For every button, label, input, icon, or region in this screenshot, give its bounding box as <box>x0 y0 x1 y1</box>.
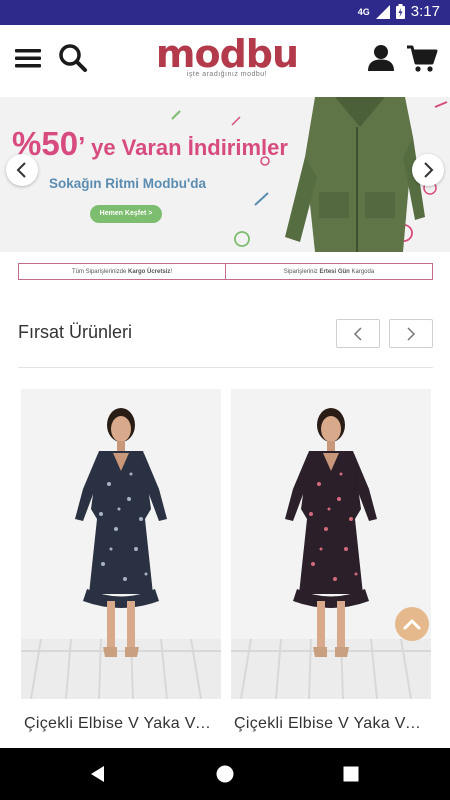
brand-logo[interactable]: modbu işte aradığınız modbu! <box>138 35 316 85</box>
product-photo <box>231 408 431 699</box>
search-icon[interactable] <box>56 41 90 75</box>
signal-icon <box>375 4 390 19</box>
menu-icon[interactable] <box>12 41 46 75</box>
product-image[interactable] <box>21 389 221 699</box>
free-shipping-notice: Tüm Siparişlerinizde Kargo Ücretsiz ! <box>19 264 226 279</box>
banner-model-photo <box>285 97 425 252</box>
next-day-shipping-notice: Siparişleriniz Ertesi Gün Kargoda <box>226 264 432 279</box>
carousel-prev-button[interactable] <box>336 319 380 348</box>
free-shipping-bold: Kargo Ücretsiz <box>128 268 171 275</box>
next-day-suffix: Kargoda <box>351 268 375 275</box>
chevron-right-icon <box>424 162 434 178</box>
recents-icon[interactable] <box>339 762 363 786</box>
user-icon[interactable] <box>364 41 398 75</box>
product-name[interactable]: Çiçekli Elbise V Yaka Volanlı <box>24 715 220 733</box>
chevron-right-icon <box>407 326 416 341</box>
home-icon[interactable] <box>213 762 237 786</box>
status-bar: 4G 3:17 <box>0 0 450 25</box>
cart-icon[interactable] <box>405 41 439 75</box>
scroll-to-top-button[interactable] <box>395 607 429 641</box>
battery-icon <box>395 4 405 19</box>
logo-wordmark: modbu <box>155 32 299 76</box>
carousel-next-button[interactable] <box>389 319 433 348</box>
product-name[interactable]: Çiçekli Elbise V Yaka Volanlı <box>234 715 430 733</box>
section-divider <box>18 367 433 368</box>
section-title: Fırsat Ürünleri <box>18 322 133 342</box>
product-card[interactable]: Çiçekli Elbise V Yaka Volanlı <box>21 389 221 741</box>
chevron-left-icon <box>353 326 362 341</box>
status-icons: 4G 3:17 <box>358 3 440 20</box>
next-day-bold: Ertesi Gün <box>319 268 350 275</box>
banner-headline-text: ye Varan İndirimler <box>91 135 288 160</box>
banner-cta-button[interactable]: Hemen Keşfet > <box>90 205 162 223</box>
banner-subheadline: Sokağın Ritmi Modbu'da <box>49 176 206 191</box>
network-label: 4G <box>357 6 370 17</box>
promo-banner[interactable]: %50’ ye Varan İndirimler Sokağın Ritmi M… <box>0 97 450 252</box>
system-navigation-bar <box>0 748 450 800</box>
product-image[interactable] <box>231 389 431 699</box>
product-photo <box>21 408 221 699</box>
info-strip: Tüm Siparişlerinizde Kargo Ücretsiz ! Si… <box>18 263 433 280</box>
banner-prev-button[interactable] <box>6 154 38 186</box>
app-header: modbu işte aradığınız modbu! <box>0 25 450 98</box>
free-shipping-prefix: Tüm Siparişlerinizde <box>71 268 127 275</box>
back-icon[interactable] <box>86 762 110 786</box>
banner-headline: %50’ ye Varan İndirimler <box>12 125 288 162</box>
status-time: 3:17 <box>410 3 440 20</box>
chevron-left-icon <box>16 162 26 178</box>
chevron-up-icon <box>403 619 421 630</box>
banner-next-button[interactable] <box>412 154 444 186</box>
next-day-prefix: Siparişleriniz <box>283 268 318 275</box>
free-shipping-suffix: ! <box>170 268 173 275</box>
product-card[interactable]: Çiçekli Elbise V Yaka Volanlı <box>231 389 431 741</box>
